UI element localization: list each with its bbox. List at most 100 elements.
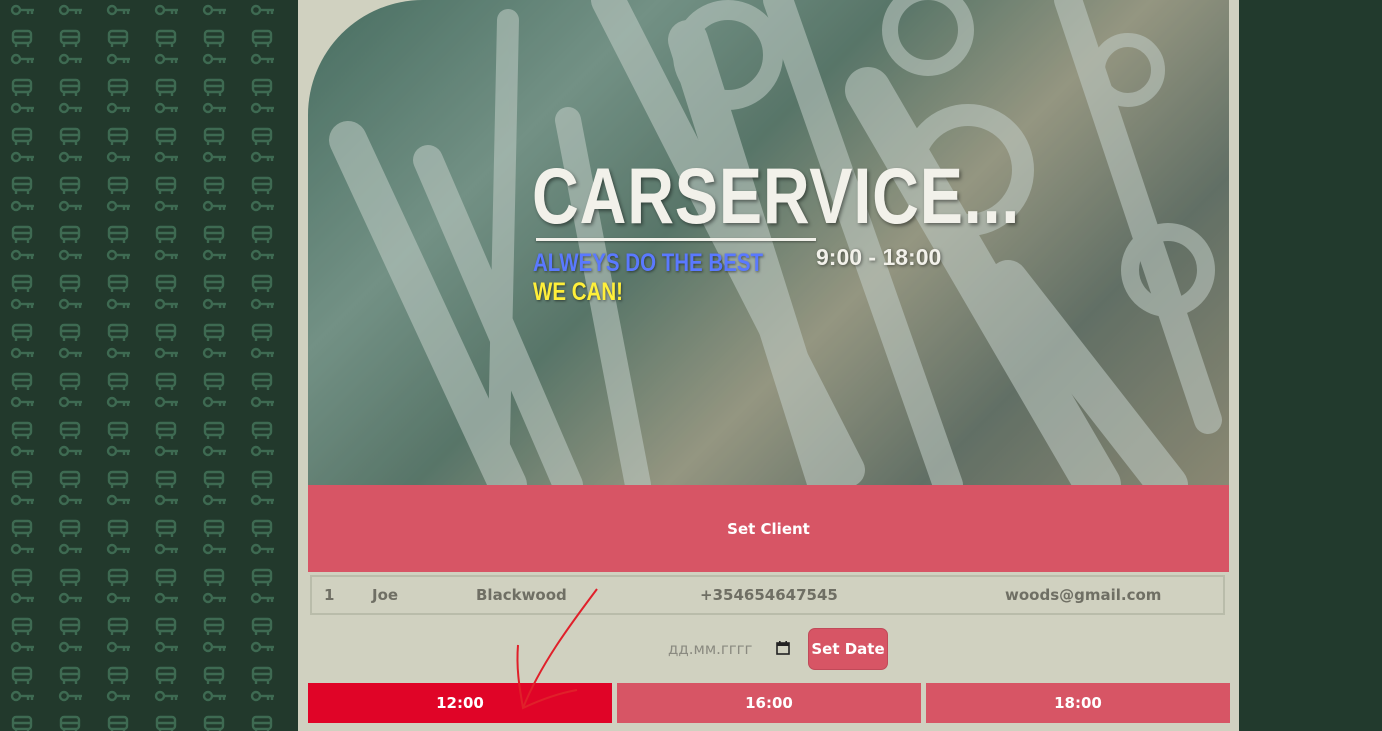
car-icon bbox=[59, 372, 81, 390]
key-icon bbox=[58, 151, 82, 163]
car-icon bbox=[251, 274, 273, 292]
car-icon bbox=[59, 225, 81, 243]
time-slot-1800[interactable]: 18:00 bbox=[926, 683, 1230, 723]
car-icon bbox=[107, 666, 129, 684]
car-icon bbox=[107, 519, 129, 537]
key-icon bbox=[106, 53, 130, 65]
key-icon bbox=[154, 592, 178, 604]
car-icon bbox=[11, 421, 33, 439]
key-icon bbox=[58, 102, 82, 114]
set-client-button[interactable]: Set Client bbox=[308, 485, 1229, 572]
background-pattern bbox=[0, 0, 298, 731]
key-icon bbox=[10, 494, 34, 506]
key-icon bbox=[10, 445, 34, 457]
key-icon bbox=[202, 494, 226, 506]
key-icon bbox=[106, 641, 130, 653]
key-icon bbox=[106, 347, 130, 359]
key-icon bbox=[10, 592, 34, 604]
calendar-icon[interactable] bbox=[776, 641, 790, 655]
car-icon bbox=[251, 568, 273, 586]
car-icon bbox=[107, 176, 129, 194]
car-icon bbox=[59, 470, 81, 488]
key-icon bbox=[106, 592, 130, 604]
key-icon bbox=[58, 445, 82, 457]
hero-banner: CARSERVICE... ALWEYS DO THE BEST WE CAN!… bbox=[308, 0, 1229, 485]
car-icon bbox=[11, 372, 33, 390]
date-controls: дд.мм.гггг Set Date bbox=[298, 628, 1239, 670]
car-icon bbox=[203, 78, 225, 96]
car-icon bbox=[251, 176, 273, 194]
key-icon bbox=[154, 396, 178, 408]
car-icon bbox=[155, 274, 177, 292]
key-icon bbox=[58, 396, 82, 408]
car-icon bbox=[251, 666, 273, 684]
car-icon bbox=[155, 29, 177, 47]
car-icon bbox=[155, 127, 177, 145]
key-icon bbox=[58, 4, 82, 16]
key-icon bbox=[58, 641, 82, 653]
car-icon bbox=[155, 519, 177, 537]
car-icon bbox=[251, 421, 273, 439]
car-icon bbox=[11, 666, 33, 684]
key-icon bbox=[202, 347, 226, 359]
key-icon bbox=[58, 494, 82, 506]
key-icon bbox=[10, 298, 34, 310]
key-icon bbox=[10, 641, 34, 653]
car-icon bbox=[203, 29, 225, 47]
car-icon bbox=[155, 372, 177, 390]
car-icon bbox=[155, 176, 177, 194]
time-slot-1600[interactable]: 16:00 bbox=[617, 683, 921, 723]
car-icon bbox=[203, 715, 225, 731]
client-row[interactable]: 1 Joe Blackwood +354654647545 woods@gmai… bbox=[310, 575, 1225, 615]
key-icon bbox=[202, 641, 226, 653]
car-icon bbox=[107, 29, 129, 47]
car-icon bbox=[11, 617, 33, 635]
key-icon bbox=[154, 543, 178, 555]
time-slot-1200[interactable]: 12:00 bbox=[308, 683, 612, 723]
key-icon bbox=[154, 53, 178, 65]
key-icon bbox=[106, 249, 130, 261]
car-icon bbox=[59, 617, 81, 635]
key-icon bbox=[202, 151, 226, 163]
car-icon bbox=[11, 225, 33, 243]
car-icon bbox=[59, 29, 81, 47]
car-icon bbox=[203, 274, 225, 292]
set-date-button[interactable]: Set Date bbox=[808, 628, 888, 670]
key-icon bbox=[202, 200, 226, 212]
key-icon bbox=[10, 53, 34, 65]
car-icon bbox=[11, 274, 33, 292]
car-icon bbox=[107, 323, 129, 341]
car-icon bbox=[59, 78, 81, 96]
car-icon bbox=[107, 225, 129, 243]
car-icon bbox=[11, 470, 33, 488]
car-icon bbox=[251, 372, 273, 390]
key-icon bbox=[154, 4, 178, 16]
key-icon bbox=[154, 200, 178, 212]
key-icon bbox=[10, 690, 34, 702]
car-icon bbox=[11, 29, 33, 47]
key-icon bbox=[154, 347, 178, 359]
car-icon bbox=[155, 421, 177, 439]
key-icon bbox=[58, 690, 82, 702]
client-id: 1 bbox=[324, 586, 335, 604]
key-icon bbox=[202, 396, 226, 408]
car-icon bbox=[107, 274, 129, 292]
key-icon bbox=[154, 445, 178, 457]
car-icon bbox=[107, 617, 129, 635]
car-icon bbox=[59, 519, 81, 537]
car-icon bbox=[203, 176, 225, 194]
key-icon bbox=[106, 298, 130, 310]
car-icon bbox=[251, 29, 273, 47]
car-icon bbox=[203, 666, 225, 684]
car-icon bbox=[251, 225, 273, 243]
car-icon bbox=[203, 127, 225, 145]
background-right bbox=[1239, 0, 1382, 731]
slogan-line-1: ALWEYS DO THE BEST bbox=[533, 249, 764, 277]
key-icon bbox=[250, 151, 274, 163]
key-icon bbox=[250, 249, 274, 261]
key-icon bbox=[106, 445, 130, 457]
car-icon bbox=[59, 176, 81, 194]
key-icon bbox=[250, 592, 274, 604]
key-icon bbox=[106, 494, 130, 506]
key-icon bbox=[10, 4, 34, 16]
